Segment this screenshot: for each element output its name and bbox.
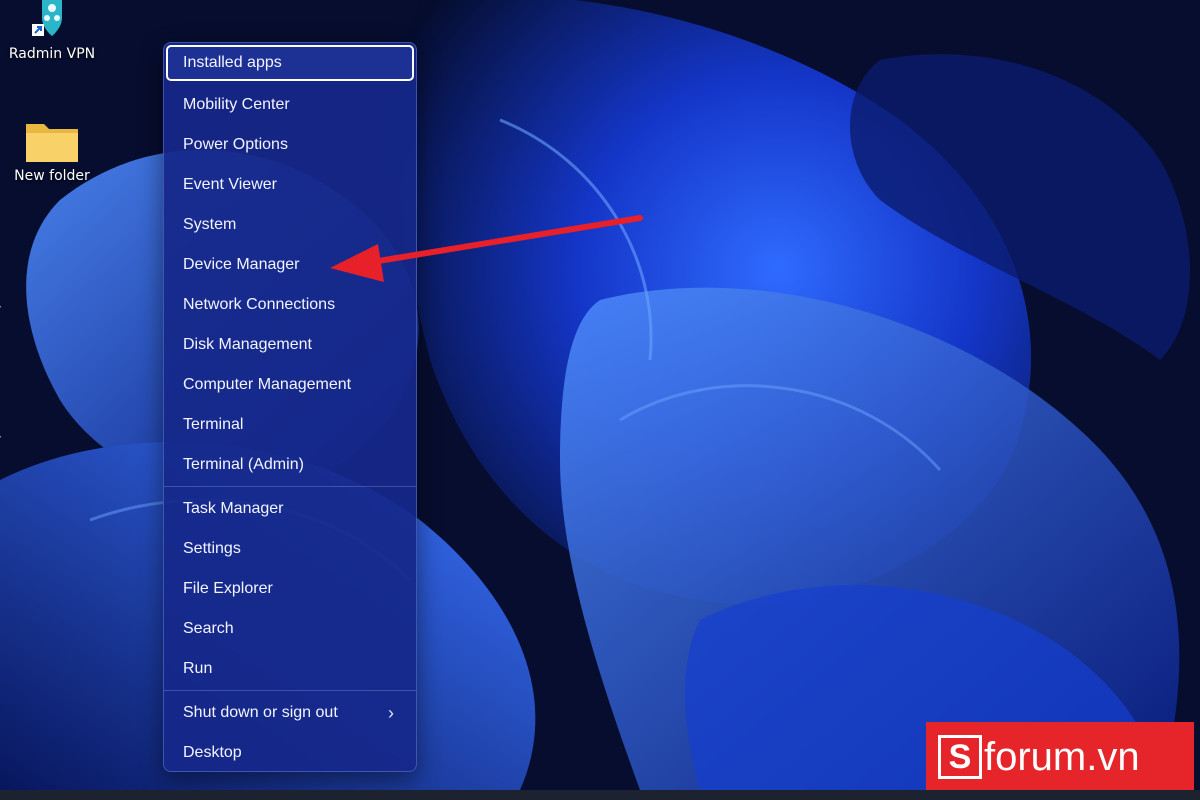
menu-item-file-explorer[interactable]: File Explorer — [166, 571, 414, 607]
menu-item-label: Device Manager — [183, 256, 300, 273]
menu-divider — [164, 486, 416, 487]
menu-item-label: Run — [183, 660, 213, 677]
desktop-icon-label: New folder — [14, 168, 90, 184]
menu-item-label: Search — [183, 620, 234, 637]
offscreen-icon-fragment: · — [0, 300, 2, 314]
taskbar — [0, 790, 1200, 800]
chevron-right-icon: › — [388, 702, 394, 723]
menu-item-label: Shut down or sign out — [183, 704, 338, 721]
menu-item-desktop[interactable]: Desktop — [166, 735, 414, 771]
sforum-logo: S — [938, 735, 982, 779]
radmin-vpn-icon — [32, 0, 62, 36]
menu-item-system[interactable]: System — [166, 207, 414, 243]
menu-item-computer-management[interactable]: Computer Management — [166, 367, 414, 403]
offscreen-icon-fragment: · — [0, 430, 2, 444]
menu-item-label: Computer Management — [183, 376, 352, 393]
menu-item-mobility-center[interactable]: Mobility Center — [166, 87, 414, 123]
menu-item-label: Mobility Center — [183, 96, 290, 113]
menu-item-label: Settings — [183, 540, 241, 557]
menu-item-label: Disk Management — [183, 336, 312, 353]
menu-item-label: System — [183, 216, 237, 233]
menu-item-power-options[interactable]: Power Options — [166, 127, 414, 163]
menu-item-label: Installed apps — [183, 54, 282, 71]
winx-power-user-menu: Installed apps Mobility Center Power Opt… — [163, 42, 417, 772]
menu-item-shut-down-or-sign-out[interactable]: Shut down or sign out › — [166, 695, 414, 731]
menu-item-label: Task Manager — [183, 500, 284, 517]
menu-item-task-manager[interactable]: Task Manager — [166, 491, 414, 527]
menu-item-terminal-admin[interactable]: Terminal (Admin) — [166, 447, 414, 483]
menu-item-label: Network Connections — [183, 296, 336, 313]
menu-item-terminal[interactable]: Terminal — [166, 407, 414, 443]
menu-item-label: Desktop — [183, 744, 242, 761]
sforum-watermark: S forum.vn — [926, 722, 1194, 792]
menu-item-disk-management[interactable]: Disk Management — [166, 327, 414, 363]
menu-item-network-connections[interactable]: Network Connections — [166, 287, 414, 323]
menu-item-search[interactable]: Search — [166, 611, 414, 647]
watermark-text: forum.vn — [984, 734, 1140, 779]
menu-divider — [164, 690, 416, 691]
menu-item-label: Power Options — [183, 136, 288, 153]
menu-item-label: Event Viewer — [183, 176, 277, 193]
menu-item-installed-apps[interactable]: Installed apps — [166, 45, 414, 81]
desktop-icon-new-folder[interactable]: New folder — [4, 118, 100, 184]
menu-item-device-manager[interactable]: Device Manager — [166, 247, 414, 283]
menu-item-event-viewer[interactable]: Event Viewer — [166, 167, 414, 203]
menu-item-label: File Explorer — [183, 580, 273, 597]
folder-icon — [26, 124, 78, 162]
menu-item-label: Terminal (Admin) — [183, 456, 304, 473]
menu-item-settings[interactable]: Settings — [166, 531, 414, 567]
menu-item-label: Terminal — [183, 416, 244, 433]
desktop-icon-radmin-vpn[interactable]: Radmin VPN — [4, 0, 100, 62]
desktop-icon-label: Radmin VPN — [8, 46, 96, 62]
menu-item-run[interactable]: Run — [166, 651, 414, 687]
